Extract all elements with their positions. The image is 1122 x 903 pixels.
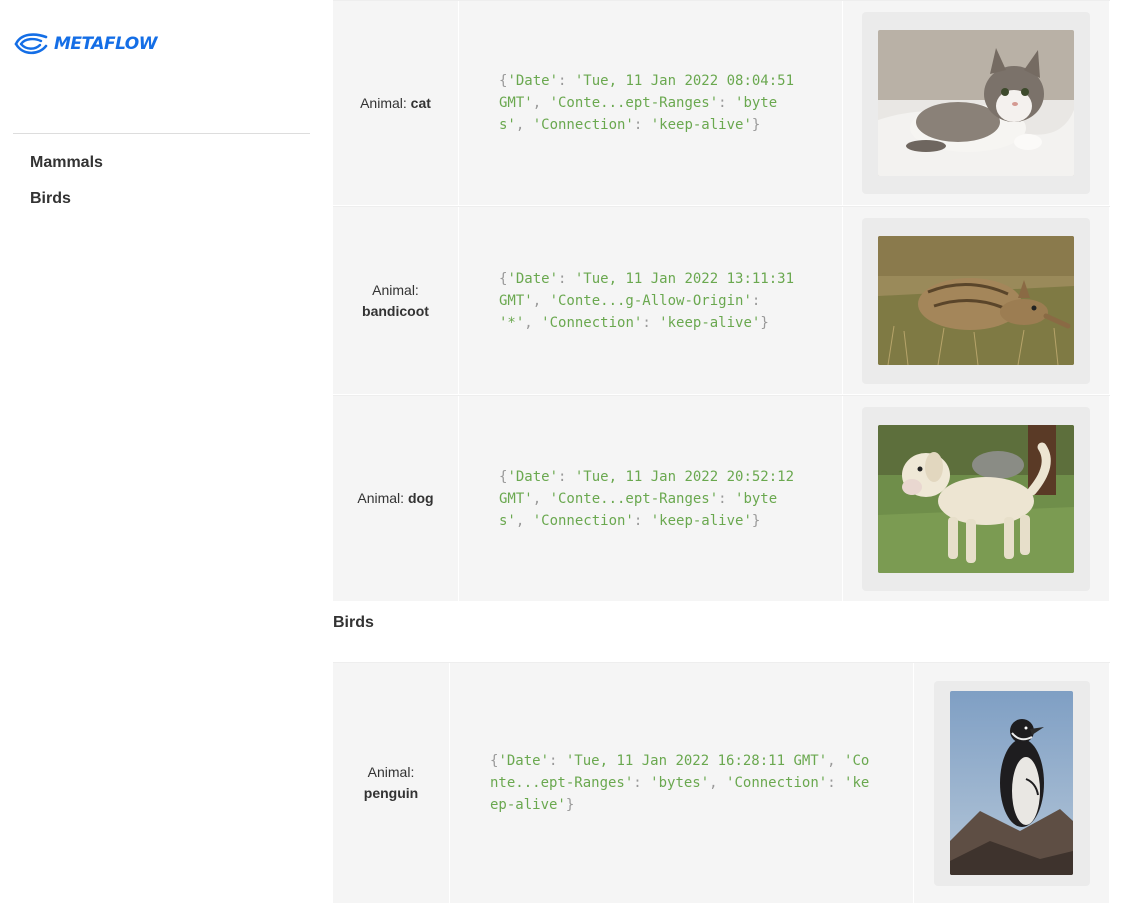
headers-text: {'Date': 'Tue, 11 Jan 2022 20:52:12 GMT'… (499, 468, 803, 529)
sidebar-item-mammals[interactable]: Mammals (30, 152, 103, 188)
image-card (933, 680, 1090, 886)
animal-name: dog (407, 490, 434, 506)
animal-cell: Animal: bandicoot (333, 207, 459, 394)
bandicoot-photo (878, 236, 1074, 365)
section-heading-birds: Birds (333, 614, 374, 631)
image-cell (914, 663, 1110, 903)
penguin-photo (950, 691, 1073, 875)
animal-cell: Animal: penguin (333, 663, 450, 903)
sidebar: METAFLOW Mammals Birds (0, 0, 322, 903)
headers-text: {'Date': 'Tue, 11 Jan 2022 13:11:31 GMT'… (499, 270, 803, 331)
animal-label: Animal: (372, 281, 419, 298)
animal-name: cat (410, 94, 431, 111)
image-cell (843, 207, 1110, 394)
sidebar-nav: Mammals Birds (30, 152, 103, 224)
dog-photo (878, 424, 1074, 573)
animal-cell: Animal: dog (333, 396, 459, 601)
animal-label: Animal: (367, 764, 415, 780)
image-card (862, 12, 1090, 194)
sidebar-item-birds[interactable]: Birds (30, 188, 103, 224)
animal-cell: Animal: cat (333, 1, 459, 205)
headers-cell: {'Date': 'Tue, 11 Jan 2022 13:11:31 GMT'… (459, 207, 843, 394)
metaflow-logo[interactable]: METAFLOW (13, 31, 158, 57)
table-row: Animal: bandicoot {'Date': 'Tue, 11 Jan 2… (333, 206, 1110, 394)
sidebar-divider (13, 133, 310, 134)
headers-cell: {'Date': 'Tue, 11 Jan 2022 16:28:11 GMT'… (450, 663, 914, 903)
table-row: Animal: cat {'Date': 'Tue, 11 Jan 2022 0… (333, 0, 1110, 205)
headers-cell: {'Date': 'Tue, 11 Jan 2022 08:04:51 GMT'… (459, 1, 843, 205)
headers-text: {'Date': 'Tue, 11 Jan 2022 08:04:51 GMT'… (499, 73, 803, 133)
image-cell (843, 396, 1110, 601)
cat-photo (878, 30, 1074, 176)
table-row: Animal: dog {'Date': 'Tue, 11 Jan 2022 2… (333, 395, 1110, 601)
headers-cell: {'Date': 'Tue, 11 Jan 2022 20:52:12 GMT'… (459, 396, 843, 601)
animal-label: Animal: (357, 490, 405, 506)
metaflow-logo-icon (14, 33, 48, 55)
image-card (862, 217, 1090, 384)
image-card (862, 406, 1090, 591)
brand-name: METAFLOW (54, 34, 158, 54)
headers-text: {'Date': 'Tue, 11 Jan 2022 16:28:11 GMT'… (490, 753, 870, 813)
animal-name: bandicoot (362, 302, 429, 319)
image-cell (843, 1, 1110, 205)
animal-label: Animal: (360, 94, 407, 111)
animal-name: penguin (363, 785, 419, 801)
table-row: Animal: penguin {'Date': 'Tue, 11 Jan 202… (333, 662, 1110, 903)
